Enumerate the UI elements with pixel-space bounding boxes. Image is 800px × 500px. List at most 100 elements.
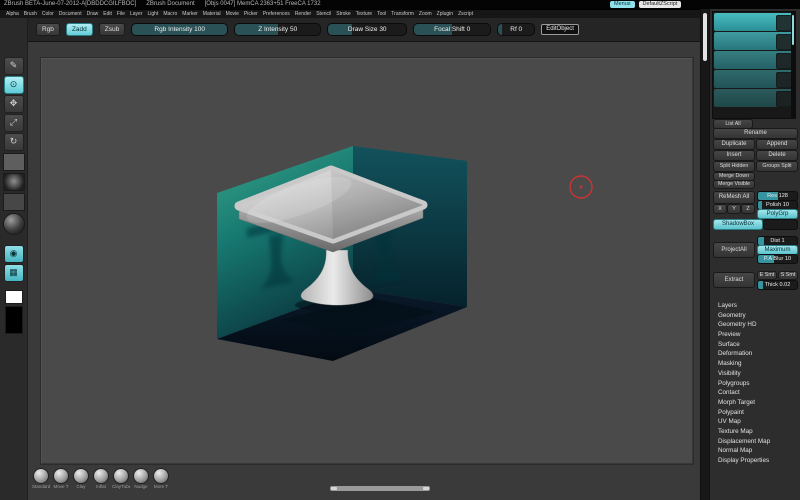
pa-blur-slider[interactable]: P.A Blur 10 <box>757 254 798 264</box>
menu-stroke[interactable]: Stroke <box>336 10 350 18</box>
section-surface[interactable]: Surface <box>710 340 800 350</box>
brush-tool-icon[interactable]: ✎ <box>3 57 24 75</box>
subtool-row[interactable] <box>714 89 794 107</box>
menu-document[interactable]: Document <box>59 10 82 18</box>
edit-object-button[interactable]: EditObject <box>541 24 579 35</box>
section-geometry-hd[interactable]: Geometry HD <box>710 320 800 330</box>
menu-edit[interactable]: Edit <box>103 10 112 18</box>
section-polygroups[interactable]: Polygroups <box>710 379 800 389</box>
brush-clay[interactable]: Clay <box>72 468 90 489</box>
zsub-button[interactable]: Zsub <box>98 23 126 36</box>
z-intensity-slider[interactable]: Z Intensity 50 <box>234 23 322 36</box>
menu-macro[interactable]: Macro <box>163 10 177 18</box>
symmetry-y-toggle[interactable]: Y <box>727 204 741 214</box>
zadd-button[interactable]: Zadd <box>65 23 93 36</box>
menu-layer[interactable]: Layer <box>130 10 143 18</box>
section-texture-map[interactable]: Texture Map <box>710 427 800 437</box>
menu-alpha[interactable]: Alpha <box>6 10 19 18</box>
menu-movie[interactable]: Movie <box>226 10 239 18</box>
subtool-scrollbar[interactable] <box>791 12 795 118</box>
section-masking[interactable]: Masking <box>710 359 800 369</box>
section-morph-target[interactable]: Morph Target <box>710 398 800 408</box>
brush-more[interactable]: More T <box>152 468 170 489</box>
menu-light[interactable]: Light <box>147 10 158 18</box>
menu-brush[interactable]: Brush <box>24 10 37 18</box>
symmetry-x-toggle[interactable]: X <box>713 204 727 214</box>
e-smt-toggle[interactable]: E Smt <box>757 271 777 280</box>
duplicate-button[interactable]: Duplicate <box>713 139 755 150</box>
brush-nudge[interactable]: Nudge <box>132 468 150 489</box>
menu-draw[interactable]: Draw <box>87 10 99 18</box>
symmetry-z-toggle[interactable]: Z <box>741 204 755 214</box>
menu-zscript[interactable]: Zscript <box>458 10 473 18</box>
draw-mode-icon[interactable]: ⊙ <box>3 76 24 94</box>
extract-button[interactable]: Extract <box>713 272 755 288</box>
remesh-all-button[interactable]: ReMesh All <box>713 191 755 204</box>
scrollbar-thumb[interactable] <box>703 13 707 61</box>
focal-shift-slider[interactable]: Focal Shift 0 <box>413 23 492 36</box>
insert-button[interactable]: Insert <box>713 150 755 161</box>
section-contact[interactable]: Contact <box>710 388 800 398</box>
section-polypaint[interactable]: Polypaint <box>710 408 800 418</box>
shadowbox-res-slider[interactable] <box>763 219 798 230</box>
menu-texture[interactable]: Texture <box>356 10 372 18</box>
menu-color[interactable]: Color <box>42 10 54 18</box>
subtool-row[interactable] <box>714 13 794 31</box>
project-all-button[interactable]: ProjectAll <box>713 242 755 258</box>
section-preview[interactable]: Preview <box>710 330 800 340</box>
grid-icon[interactable]: ▦ <box>3 264 24 282</box>
alpha-swatch[interactable] <box>2 173 25 191</box>
menu-zoom[interactable]: Zoom <box>419 10 432 18</box>
menu-marker[interactable]: Marker <box>182 10 198 18</box>
rf-slider[interactable]: Rf 0 <box>497 23 536 36</box>
merge-visible-button[interactable]: Merge Visible <box>713 180 755 189</box>
stroke-icon[interactable]: ◉ <box>3 245 24 263</box>
brush-inflat[interactable]: Inflat <box>92 468 110 489</box>
menu-stencil[interactable]: Stencil <box>316 10 331 18</box>
menu-file[interactable]: File <box>117 10 125 18</box>
section-layers[interactable]: Layers <box>710 301 800 311</box>
menu-zplugin[interactable]: Zplugin <box>437 10 453 18</box>
shadowbox-toggle[interactable]: ShadowBox <box>713 219 763 230</box>
section-display-properties[interactable]: Display Properties <box>710 456 800 466</box>
split-hidden-button[interactable]: Split Hidden <box>713 161 755 172</box>
brush-move[interactable]: Move T <box>52 468 70 489</box>
s-smt-toggle[interactable]: S Smt <box>778 271 798 280</box>
color-swatch-black[interactable] <box>4 306 23 334</box>
rgb-button[interactable]: Rgb <box>36 23 60 36</box>
brush-standard[interactable]: Standard <box>32 468 50 489</box>
horizontal-scrollbar[interactable] <box>330 486 430 491</box>
zbrush-document[interactable] <box>40 57 694 465</box>
groups-split-button[interactable]: Groups Split <box>756 161 798 172</box>
scale-mode-icon[interactable]: ⤢ <box>3 114 24 132</box>
delete-button[interactable]: Delete <box>756 150 798 161</box>
menu-material[interactable]: Material <box>203 10 221 18</box>
rename-button[interactable]: Rename <box>713 128 798 139</box>
section-displacement-map[interactable]: Displacement Map <box>710 437 800 447</box>
subtool-row[interactable] <box>714 70 794 88</box>
subtool-row[interactable] <box>714 32 794 50</box>
menu-render[interactable]: Render <box>295 10 311 18</box>
section-uv-map[interactable]: UV Map <box>710 417 800 427</box>
section-visibility[interactable]: Visibility <box>710 369 800 379</box>
menu-tool[interactable]: Tool <box>377 10 386 18</box>
viewport-3d[interactable] <box>41 58 693 464</box>
color-swatch-white[interactable] <box>4 290 23 304</box>
menu-picker[interactable]: Picker <box>244 10 258 18</box>
texture-swatch[interactable] <box>2 193 25 211</box>
thick-slider[interactable]: Thick 0.02 <box>757 280 798 290</box>
polygrp-toggle[interactable]: PolyGrp <box>757 209 798 219</box>
append-button[interactable]: Append <box>756 139 798 150</box>
section-deformation[interactable]: Deformation <box>710 349 800 359</box>
move-mode-icon[interactable]: ✥ <box>3 95 24 113</box>
rotate-mode-icon[interactable]: ↻ <box>3 133 24 151</box>
brush-claytube[interactable]: ClayTube <box>112 468 130 489</box>
menu-transform[interactable]: Transform <box>391 10 414 18</box>
draw-size-slider[interactable]: Draw Size 30 <box>327 23 408 36</box>
section-normal-map[interactable]: Normal Map <box>710 446 800 456</box>
material-swatch[interactable] <box>2 153 25 171</box>
menu-preferences[interactable]: Preferences <box>263 10 290 18</box>
section-geometry[interactable]: Geometry <box>710 311 800 321</box>
subtool-row[interactable] <box>714 51 794 69</box>
zscript-badge[interactable]: DefaultZScript <box>638 1 682 8</box>
